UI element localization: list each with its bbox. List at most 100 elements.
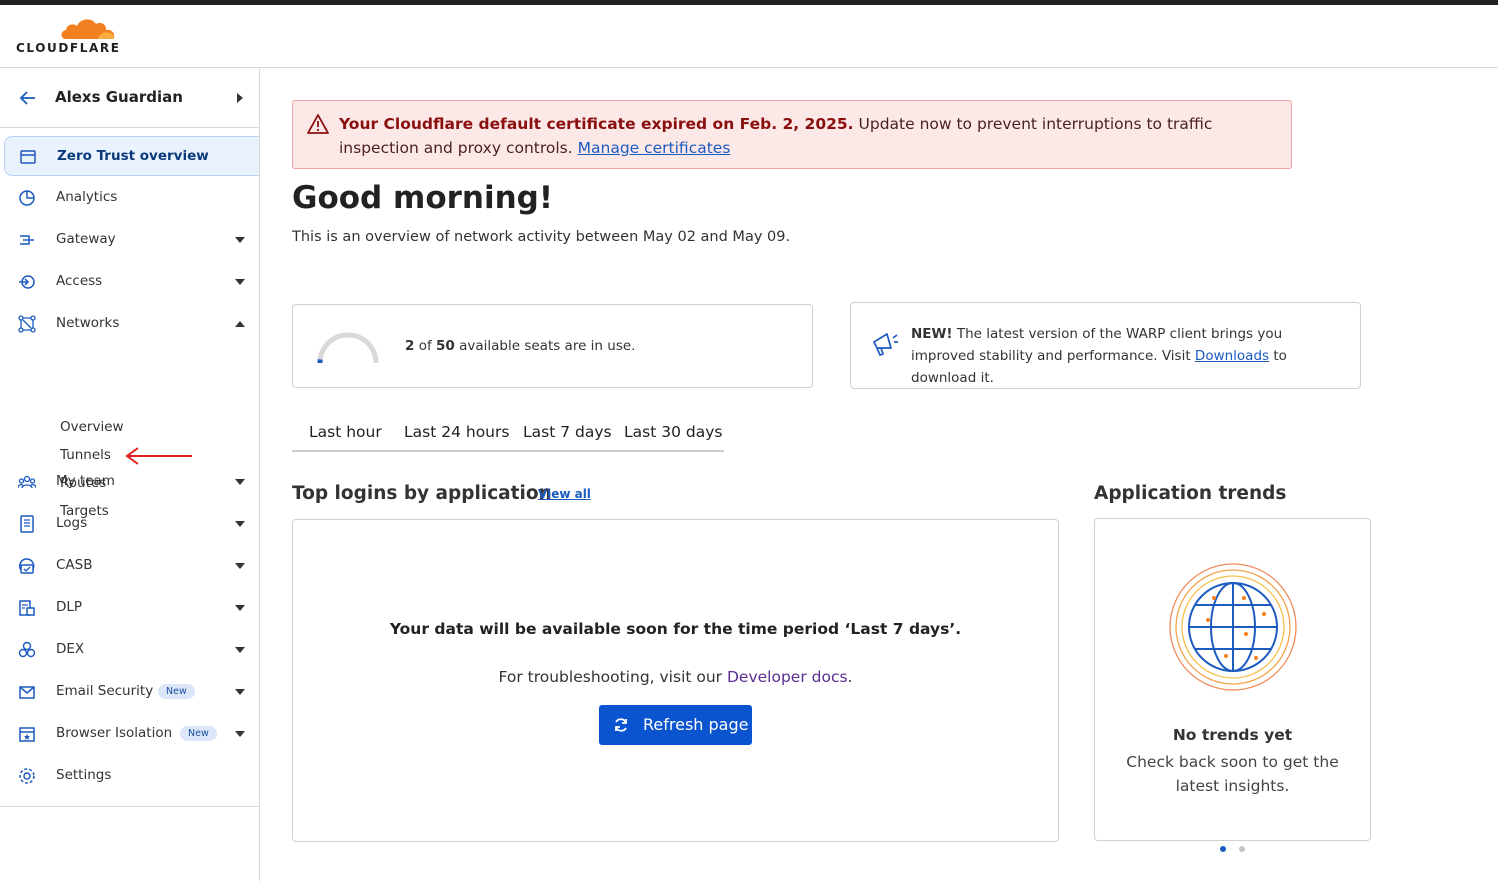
network-icon [18, 315, 36, 333]
no-trends-title: No trends yet [1172, 726, 1293, 744]
browser-window-icon [20, 150, 36, 164]
sidebar-item-label: Networks [56, 315, 120, 331]
sidebar-item-networks[interactable]: Networks [4, 304, 259, 344]
sidebar-item-dlp[interactable]: DLP [4, 588, 259, 628]
sidebar-item-label: Settings [56, 767, 112, 783]
application-trends-title: Application trends [1094, 483, 1287, 504]
chevron-down-icon[interactable] [235, 689, 245, 695]
chevron-down-icon[interactable] [235, 605, 245, 611]
sidebar-item-casb[interactable]: CASB [4, 546, 259, 586]
sidebar-item-dex[interactable]: DEX [4, 630, 259, 670]
sidebar-item-overview[interactable]: Zero Trust overview [4, 136, 259, 176]
new-badge: New [180, 726, 217, 741]
empty-data-message: Your data will be available soon for the… [389, 620, 962, 638]
sidebar-item-label: Gateway [56, 231, 116, 247]
time-range-tabs: Last hour Last 24 hours Last 7 days Last… [292, 418, 724, 452]
back-arrow-icon[interactable] [18, 88, 38, 108]
sidebar-item-browser[interactable]: Browser Isolation New [4, 714, 259, 754]
page-title: Good morning! [292, 180, 554, 216]
sidebar-item-analytics[interactable]: Analytics [4, 178, 259, 218]
sidebar-item-label: Zero Trust overview [57, 148, 209, 164]
alert-bold-text: Your Cloudflare default certificate expi… [339, 115, 854, 133]
seats-of: of [414, 338, 437, 354]
seats-total: 50 [436, 338, 455, 354]
carousel-dot-active[interactable] [1220, 846, 1226, 852]
cloudflare-logo[interactable]: CLOUDFLARE [14, 15, 124, 57]
sidebar-item-logs[interactable]: Logs [4, 504, 259, 544]
tab-last-7-days[interactable]: Last 7 days [523, 423, 612, 441]
sidebar-divider [0, 806, 259, 807]
cloud-icon [61, 19, 115, 39]
view-all-link[interactable]: View all [538, 487, 591, 501]
chevron-down-icon[interactable] [235, 521, 245, 527]
tab-last-24-hours[interactable]: Last 24 hours [404, 423, 509, 441]
manage-certificates-link[interactable]: Manage certificates [578, 139, 731, 157]
logs-icon [20, 515, 34, 533]
sidebar-item-label: Email Security [56, 683, 154, 699]
chevron-right-icon[interactable] [236, 93, 244, 103]
tab-last-30-days[interactable]: Last 30 days [624, 423, 722, 441]
sidebar-item-label: DEX [56, 641, 85, 657]
tab-last-hour[interactable]: Last hour [309, 423, 382, 441]
globe-icon [1169, 563, 1297, 691]
developer-docs-link[interactable]: Developer docs [727, 668, 848, 686]
megaphone-icon [873, 333, 898, 357]
sidebar-item-gateway[interactable]: Gateway [4, 220, 259, 260]
seats-suffix: available seats are in use. [454, 338, 636, 354]
sidebar-item-label: Browser Isolation [56, 725, 173, 741]
application-trends-card: No trends yet Check back soon to get the… [1094, 518, 1371, 841]
sidebar-item-myteam[interactable]: My team [4, 462, 259, 502]
casb-icon [19, 558, 35, 574]
access-icon [19, 275, 35, 289]
chevron-down-icon[interactable] [235, 731, 245, 737]
dex-icon [18, 641, 36, 658]
new-badge: New [158, 684, 195, 699]
sidebar-item-label: CASB [56, 557, 93, 573]
carousel-dot[interactable] [1239, 846, 1245, 852]
downloads-link[interactable]: Downloads [1195, 348, 1269, 364]
sidebar-subitem-routes[interactable]: Routes [60, 475, 106, 491]
warp-new-label: NEW! [911, 326, 953, 342]
warp-message: NEW! The latest version of the WARP clie… [911, 323, 1341, 389]
account-name: Alexs Guardian [55, 88, 183, 106]
seats-card: 2 of 50 available seats are in use. [292, 304, 813, 388]
chevron-down-icon[interactable] [235, 479, 245, 485]
top-logins-title: Top logins by application [292, 483, 552, 504]
gear-icon [19, 768, 35, 784]
warp-announcement-card: NEW! The latest version of the WARP clie… [850, 302, 1361, 389]
chevron-down-icon[interactable] [235, 279, 245, 285]
sidebar-item-label: Analytics [56, 189, 118, 205]
sidebar-item-label: DLP [56, 599, 83, 615]
trouble-suffix: . [847, 668, 853, 686]
troubleshooting-text: For troubleshooting, visit our Developer… [293, 668, 1058, 686]
certificate-alert: Your Cloudflare default certificate expi… [292, 100, 1292, 169]
seats-text: 2 of 50 available seats are in use. [405, 338, 635, 354]
sidebar: Alexs Guardian Zero Trust overview Analyt… [0, 68, 260, 881]
sidebar-item-access[interactable]: Access [4, 262, 259, 302]
brand-wordmark: CLOUDFLARE [16, 41, 121, 55]
refresh-label: Refresh page [643, 715, 749, 734]
refresh-icon [615, 718, 627, 732]
no-trends-text: Check back soon to get the latest insigh… [1126, 753, 1339, 795]
account-switcher[interactable]: Alexs Guardian [0, 68, 259, 128]
chevron-down-icon[interactable] [235, 237, 245, 243]
chevron-down-icon[interactable] [235, 563, 245, 569]
chevron-down-icon[interactable] [235, 647, 245, 653]
refresh-page-button[interactable]: Refresh page [599, 705, 752, 745]
sidebar-item-email[interactable]: Email Security New [4, 672, 259, 712]
chevron-up-icon[interactable] [235, 321, 245, 327]
warning-icon [307, 114, 329, 134]
seats-gauge-icon [317, 332, 379, 364]
browser-isolation-icon [19, 727, 35, 742]
dlp-icon [19, 600, 35, 616]
sidebar-subitem-targets[interactable]: Targets [60, 503, 109, 519]
team-icon [18, 475, 36, 489]
sidebar-item-settings[interactable]: Settings [4, 756, 259, 796]
pie-chart-icon [19, 190, 35, 206]
alert-message: Your Cloudflare default certificate expi… [339, 112, 1279, 160]
sidebar-subitem-tunnels[interactable]: Tunnels [60, 447, 111, 463]
sidebar-item-label: Access [56, 273, 103, 289]
trouble-prefix: For troubleshooting, visit our [498, 668, 727, 686]
gateway-icon [20, 235, 34, 245]
sidebar-subitem-overview[interactable]: Overview [60, 419, 124, 435]
